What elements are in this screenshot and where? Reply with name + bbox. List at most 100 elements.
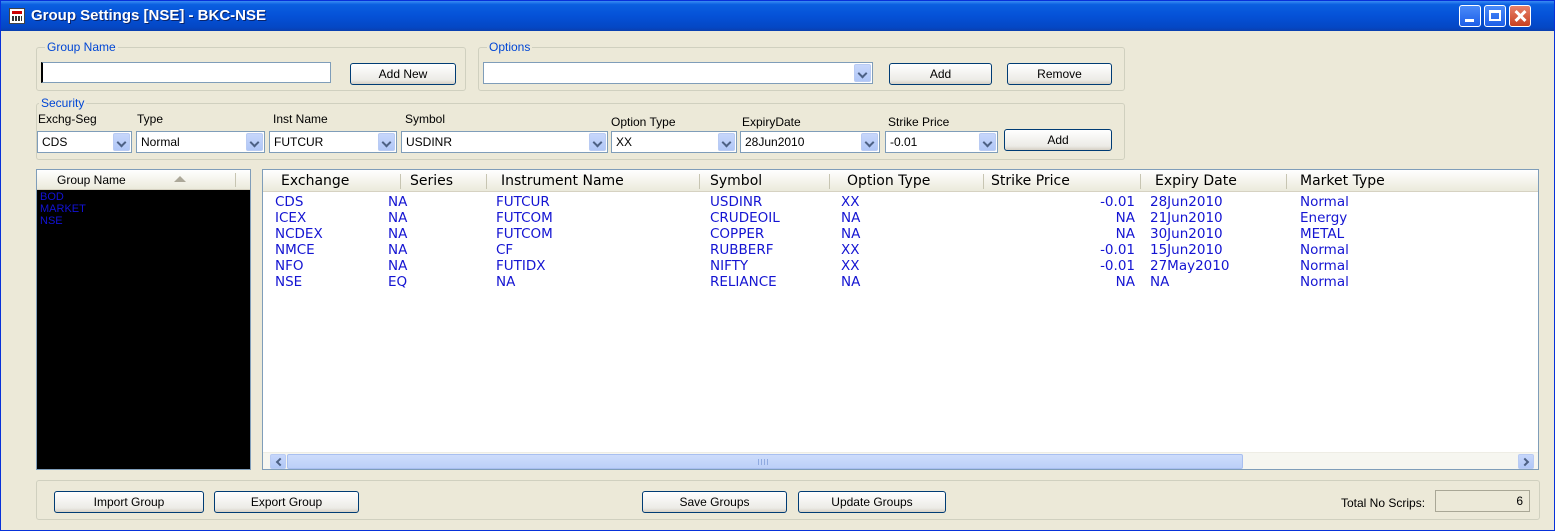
import-group-label: Import Group (93, 495, 165, 509)
table-cell: FUTCUR (496, 194, 550, 210)
title-bar[interactable]: Group Settings [NSE] - BKC-NSE (1, 1, 1554, 31)
scrips-table[interactable]: Exchange Series Instrument Name Symbol O… (262, 169, 1539, 470)
symbol-label: Symbol (405, 112, 446, 126)
table-row[interactable]: NCDEX NA FUTCOM COPPER NA NA 30Jun2010 METAL (263, 226, 1538, 242)
table-row[interactable]: NSE EQ NA RELIANCE NA NA NA Normal (263, 274, 1538, 290)
table-cell: NA (1150, 274, 1170, 290)
maximize-button[interactable] (1484, 5, 1506, 27)
import-group-button[interactable]: Import Group (54, 491, 204, 513)
group-list-item[interactable]: MARKET (37, 203, 250, 215)
type-label: Type (137, 112, 164, 126)
add-new-button[interactable]: Add New (350, 63, 456, 85)
table-cell: XX (841, 194, 860, 210)
column-header-exchange[interactable]: Exchange (281, 173, 349, 189)
column-header-symbol[interactable]: Symbol (710, 173, 762, 189)
table-cell: NSE (275, 274, 303, 290)
sort-ascending-icon (174, 176, 186, 182)
group-name-legend: Group Name (45, 40, 118, 54)
update-groups-button[interactable]: Update Groups (798, 491, 946, 513)
column-divider (1140, 174, 1141, 189)
table-row[interactable]: ICEX NA FUTCOM CRUDEOIL NA NA 21Jun2010 Energy (263, 210, 1538, 226)
table-cell: FUTCOM (496, 210, 553, 226)
save-groups-button[interactable]: Save Groups (642, 491, 787, 513)
horizontal-scrollbar[interactable] (263, 452, 1538, 469)
options-remove-button[interactable]: Remove (1007, 63, 1112, 85)
column-header-expiry-date[interactable]: Expiry Date (1155, 173, 1237, 189)
table-row[interactable]: NMCE NA CF RUBBERF XX -0.01 15Jun2010 Normal (263, 242, 1538, 258)
table-cell: NA (388, 258, 408, 274)
column-header-option-type[interactable]: Option Type (847, 173, 930, 189)
column-divider (829, 174, 830, 189)
chevron-down-icon[interactable] (378, 133, 395, 151)
column-header-series[interactable]: Series (410, 173, 453, 189)
chevron-down-icon[interactable] (718, 133, 735, 151)
table-cell: NA (388, 210, 408, 226)
table-cell: NA (388, 194, 408, 210)
scroll-left-icon[interactable] (270, 454, 286, 469)
inst-name-value: FUTCUR (274, 135, 324, 149)
exchg-seg-select[interactable]: CDS (37, 131, 132, 153)
column-header-market-type[interactable]: Market Type (1300, 173, 1385, 189)
table-cell: NA (1115, 274, 1135, 290)
exchg-seg-label: Exchg-Seg (38, 112, 97, 126)
table-cell: XX (841, 242, 860, 258)
table-cell: Energy (1300, 210, 1348, 226)
table-cell: ICEX (275, 210, 307, 226)
scrollbar-thumb[interactable] (287, 454, 1243, 469)
table-cell: USDINR (710, 194, 763, 210)
table-row[interactable]: NFO NA FUTIDX NIFTY XX -0.01 27May2010 Normal (263, 258, 1538, 274)
chevron-down-icon[interactable] (861, 133, 878, 151)
export-group-button[interactable]: Export Group (214, 491, 359, 513)
options-add-label: Add (929, 67, 952, 81)
chevron-down-icon[interactable] (854, 64, 871, 82)
table-cell: RUBBERF (710, 242, 774, 258)
column-divider (699, 174, 700, 189)
group-list-header[interactable]: Group Name (37, 170, 250, 190)
table-cell: Normal (1300, 274, 1349, 290)
options-add-button[interactable]: Add (889, 63, 992, 85)
security-add-button[interactable]: Add (1004, 129, 1112, 151)
chevron-down-icon[interactable] (979, 133, 996, 151)
table-cell: RELIANCE (710, 274, 777, 290)
group-list-item[interactable]: NSE (37, 215, 250, 227)
strike-price-select[interactable]: -0.01 (885, 131, 998, 153)
table-cell: COPPER (710, 226, 765, 242)
group-list[interactable]: Group Name BOD MARKET NSE (36, 169, 251, 470)
option-type-select[interactable]: XX (611, 131, 737, 153)
table-cell: CF (496, 242, 514, 258)
column-divider (983, 174, 984, 189)
table-cell: CRUDEOIL (710, 210, 780, 226)
column-header-instrument-name[interactable]: Instrument Name (501, 173, 624, 189)
inst-name-select[interactable]: FUTCUR (269, 131, 397, 153)
column-divider (235, 173, 236, 187)
minimize-button[interactable] (1459, 5, 1481, 27)
symbol-select[interactable]: USDINR (401, 131, 608, 153)
group-list-item[interactable]: BOD (37, 191, 250, 203)
exchg-seg-value: CDS (42, 135, 68, 149)
options-select[interactable] (483, 62, 873, 84)
table-row[interactable]: CDS NA FUTCUR USDINR XX -0.01 28Jun2010 Normal (263, 194, 1538, 210)
group-name-input[interactable] (41, 62, 331, 83)
table-cell: NA (841, 210, 861, 226)
column-header-strike-price[interactable]: Strike Price (991, 173, 1070, 189)
table-cell: EQ (388, 274, 408, 290)
close-button[interactable] (1509, 5, 1531, 27)
table-cell: -0.01 (1100, 242, 1135, 258)
table-cell: NA (841, 274, 861, 290)
window-title: Group Settings [NSE] - BKC-NSE (31, 7, 266, 24)
inst-name-label: Inst Name (273, 112, 328, 126)
table-cell: NA (388, 242, 408, 258)
table-cell: 28Jun2010 (1150, 194, 1223, 210)
table-cell: NA (496, 274, 516, 290)
security-legend: Security (39, 96, 87, 110)
expiry-date-select[interactable]: 28Jun2010 (740, 131, 880, 153)
table-cell: NMCE (275, 242, 315, 258)
scroll-right-icon[interactable] (1518, 454, 1534, 469)
chevron-down-icon[interactable] (246, 133, 263, 151)
table-cell: NA (388, 226, 408, 242)
table-cell: METAL (1300, 226, 1345, 242)
chevron-down-icon[interactable] (113, 133, 130, 151)
option-type-value: XX (616, 135, 633, 149)
type-select[interactable]: Normal (136, 131, 265, 153)
chevron-down-icon[interactable] (589, 133, 606, 151)
